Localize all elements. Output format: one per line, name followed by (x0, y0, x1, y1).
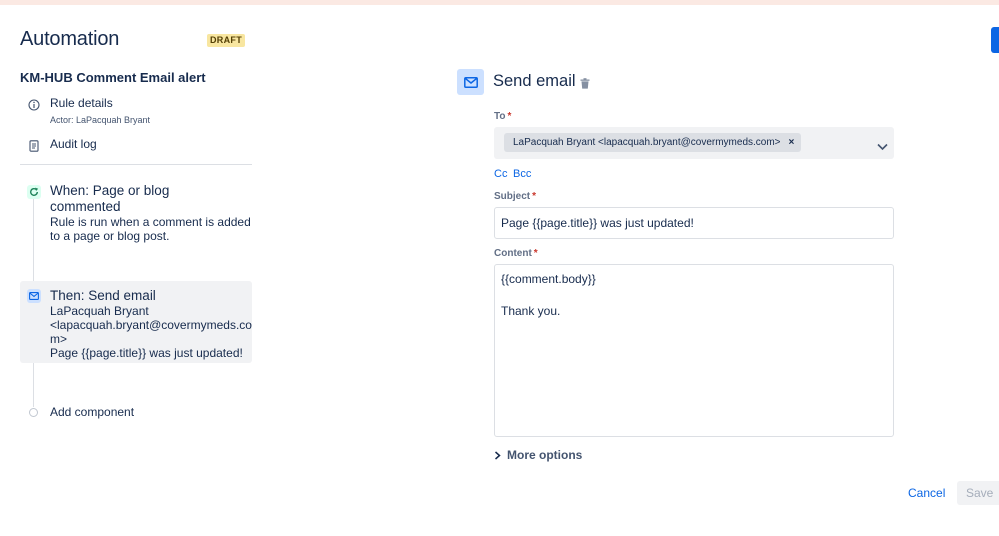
content-line (501, 287, 887, 303)
content-label: Content * (494, 248, 538, 259)
action-line1: LaPacquah Bryant (50, 304, 149, 318)
actor-text: Actor: LaPacquah Bryant (50, 115, 151, 125)
action-step-send-email[interactable]: Then: Send email LaPacquah Bryant <lapac… (20, 281, 252, 363)
document-icon (27, 139, 41, 153)
required-mark: * (533, 248, 538, 259)
page-title: Automation (20, 28, 120, 50)
more-options-toggle[interactable]: More options (494, 448, 582, 462)
more-options-label: More options (507, 448, 583, 462)
mail-icon (27, 289, 41, 303)
panel-title: Send email (493, 72, 576, 90)
info-icon (27, 98, 41, 112)
refresh-icon (27, 185, 41, 199)
subject-label-text: Subject (494, 191, 531, 202)
top-banner-strip (0, 0, 999, 5)
action-line3: m> (50, 332, 68, 346)
mail-icon (457, 69, 484, 95)
add-component-button[interactable]: Add component (20, 405, 134, 419)
cancel-button[interactable]: Cancel (901, 481, 952, 505)
to-label: To * (494, 111, 511, 122)
cc-link[interactable]: Cc (494, 168, 507, 180)
chevron-down-icon[interactable] (877, 138, 888, 156)
add-component-dot (29, 407, 38, 417)
chevron-right-icon (494, 450, 501, 460)
recipient-chip-label: LaPacquah Bryant <lapacquah.bryant@cover… (513, 137, 781, 148)
subject-input[interactable]: Page {{page.title}} was just updated! (494, 207, 894, 239)
action-title: Then: Send email (50, 288, 156, 303)
trash-icon[interactable] (580, 76, 590, 94)
status-badge: DRAFT (207, 34, 245, 47)
rule-name: KM-HUB Comment Email alert (20, 70, 206, 85)
content-label-text: Content (494, 248, 532, 259)
action-line4: Page {{page.title}} was just updated! (50, 346, 243, 360)
content-line: {{comment.body}} (501, 272, 596, 286)
required-mark: * (507, 111, 512, 122)
trigger-desc-line2: to a page or blog post. (50, 229, 170, 243)
recipient-chip: LaPacquah Bryant <lapacquah.bryant@cover… (504, 133, 802, 152)
content-line: Thank you. (501, 304, 561, 318)
content-textarea[interactable]: {{comment.body}} Thank you. (494, 264, 894, 437)
to-label-text: To (494, 111, 506, 122)
trigger-title-line2: commented (50, 199, 121, 214)
sidebar-item-audit-log[interactable]: Audit log (20, 137, 97, 153)
sidebar-divider (20, 164, 252, 165)
save-button[interactable]: Save (957, 481, 999, 505)
sidebar-item-rule-details[interactable]: Rule details Actor: LaPacquah Bryant (20, 96, 150, 125)
top-right-button[interactable] (991, 27, 999, 53)
add-component-label: Add component (50, 405, 135, 419)
remove-recipient-icon[interactable]: × (789, 137, 795, 148)
trigger-step[interactable]: When: Page or blog commented Rule is run… (20, 183, 252, 245)
trigger-desc-line1: Rule is run when a comment is added (50, 215, 251, 229)
required-mark: * (532, 191, 537, 202)
subject-value: Page {{page.title}} was just updated! (501, 216, 694, 230)
sidebar-item-label: Audit log (50, 137, 97, 151)
trigger-title-line1: When: Page or blog (50, 183, 170, 198)
action-line2: <lapacquah.bryant@covermymeds.co (50, 318, 252, 332)
subject-label: Subject * (494, 191, 536, 202)
sidebar-item-label: Rule details (50, 96, 113, 110)
to-field[interactable]: LaPacquah Bryant <lapacquah.bryant@cover… (494, 127, 894, 159)
bcc-link[interactable]: Bcc (513, 168, 531, 180)
